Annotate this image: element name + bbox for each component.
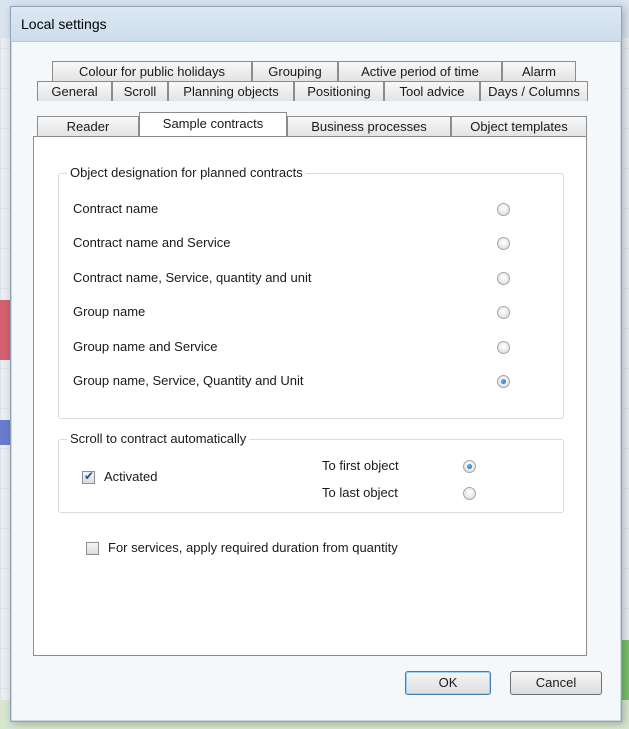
option-group-name-service-quantity-label: Group name, Service, Quantity and Unit [73, 373, 304, 388]
tab-days-columns[interactable]: Days / Columns [480, 81, 588, 101]
to-last-object-label: To last object [322, 485, 398, 500]
designation-group: Object designation for planned contracts… [58, 165, 564, 419]
sample-contracts-panel: Object designation for planned contracts… [33, 136, 587, 656]
to-last-object-radio[interactable] [463, 487, 476, 500]
option-contract-name-label: Contract name [73, 201, 159, 216]
tab-tool-advice[interactable]: Tool advice [384, 81, 480, 101]
tab-object-templates[interactable]: Object templates [451, 116, 587, 136]
tab-colour-for-public-holidays[interactable]: Colour for public holidays [52, 61, 252, 81]
option-group-name-service-label: Group name and Service [73, 339, 218, 354]
to-first-object-radio[interactable] [463, 460, 476, 473]
option-contract-name-service-quantity-radio[interactable] [497, 272, 510, 285]
option-contract-name-service-radio[interactable] [497, 237, 510, 250]
tab-alarm[interactable]: Alarm [502, 61, 576, 81]
option-contract-name-service-quantity-label: Contract name, Service, quantity and uni… [73, 270, 312, 285]
option-group-name-service-quantity-radio[interactable] [497, 375, 510, 388]
tab-scroll[interactable]: Scroll [112, 81, 168, 101]
option-group-name-label: Group name [73, 304, 146, 319]
option-group-name-service-radio[interactable] [497, 341, 510, 354]
tab-sample-contracts[interactable]: Sample contracts [139, 112, 287, 136]
designation-legend: Object designation for planned contracts [67, 165, 306, 180]
option-contract-name-radio[interactable] [497, 203, 510, 216]
activated-label: Activated [104, 469, 158, 484]
tab-positioning[interactable]: Positioning [294, 81, 384, 101]
scroll-group: Scroll to contract automatically Activat… [58, 431, 564, 513]
tab-reader[interactable]: Reader [37, 116, 139, 136]
services-duration-label: For services, apply required duration fr… [108, 540, 398, 555]
tab-grouping[interactable]: Grouping [252, 61, 338, 81]
tab-planning-objects[interactable]: Planning objects [168, 81, 294, 101]
scroll-legend: Scroll to contract automatically [67, 431, 250, 446]
activated-checkbox[interactable] [82, 469, 95, 484]
tab-general[interactable]: General [37, 81, 112, 101]
title-bar: Local settings [11, 7, 621, 42]
tab-active-period-of-time[interactable]: Active period of time [338, 61, 502, 81]
services-duration-checkbox[interactable] [86, 542, 99, 555]
tab-business-processes[interactable]: Business processes [287, 116, 451, 136]
ok-button[interactable]: OK [405, 671, 491, 695]
to-first-object-label: To first object [322, 458, 399, 473]
option-contract-name-service-label: Contract name and Service [73, 235, 231, 250]
option-group-name-radio[interactable] [497, 306, 510, 319]
cancel-button[interactable]: Cancel [510, 671, 602, 695]
window-title: Local settings [21, 16, 107, 32]
